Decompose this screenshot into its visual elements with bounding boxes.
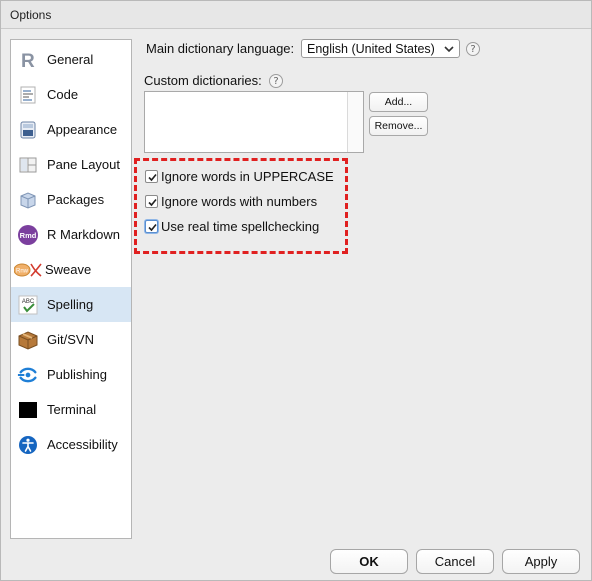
checkbox[interactable]	[145, 169, 158, 183]
sidebar-item-label: Packages	[47, 192, 105, 207]
pane-layout-icon	[17, 154, 39, 176]
cancel-button[interactable]: Cancel	[416, 549, 494, 574]
dictionary-help-icon[interactable]: ?	[466, 42, 480, 56]
remove-dictionary-button[interactable]: Remove...	[369, 116, 428, 136]
list-scrollbar[interactable]	[347, 92, 363, 152]
accessibility-icon	[17, 434, 39, 456]
sidebar-item-publishing[interactable]: Publishing	[11, 357, 131, 392]
sidebar-item-code[interactable]: Code	[11, 77, 131, 112]
ignore-uppercase-option[interactable]: Ignore words in UPPERCASE	[145, 167, 334, 185]
sidebar-item-general[interactable]: R General	[11, 42, 131, 77]
custom-dictionaries-help-icon[interactable]: ?	[269, 74, 283, 88]
options-sidebar: R General Code Appearance Pane Layout Pa…	[10, 39, 132, 539]
dictionary-language-value: English (United States)	[307, 41, 435, 56]
appearance-icon	[17, 119, 39, 141]
sidebar-item-label: Sweave	[45, 262, 92, 277]
sidebar-item-appearance[interactable]: Appearance	[11, 112, 131, 147]
sidebar-item-label: Pane Layout	[47, 157, 121, 172]
window-title: Options	[10, 8, 52, 22]
sidebar-item-r-markdown[interactable]: Rmd R Markdown	[11, 217, 131, 252]
real-time-spellcheck-option[interactable]: Use real time spellchecking	[145, 217, 319, 235]
sidebar-item-terminal[interactable]: Terminal	[11, 392, 131, 427]
sidebar-item-label: General	[47, 52, 94, 67]
terminal-icon	[17, 399, 39, 421]
dictionary-language-label: Main dictionary language:	[146, 41, 295, 56]
ignore-numbers-option[interactable]: Ignore words with numbers	[145, 192, 317, 210]
dictionary-language-select[interactable]: English (United States)	[301, 39, 460, 58]
sidebar-item-label: Terminal	[47, 402, 97, 417]
spelling-icon: ABC	[17, 294, 39, 316]
git-svn-icon	[17, 329, 39, 351]
sidebar-item-label: R Markdown	[47, 227, 120, 242]
checkbox[interactable]	[145, 194, 158, 208]
sidebar-item-spelling[interactable]: ABC Spelling	[11, 287, 131, 322]
packages-icon	[17, 189, 39, 211]
r-logo-icon: R	[17, 49, 39, 71]
sidebar-item-label: Appearance	[47, 122, 118, 137]
rmarkdown-icon: Rmd	[17, 224, 39, 246]
checkbox-label: Ignore words in UPPERCASE	[161, 168, 334, 184]
sidebar-item-git-svn[interactable]: Git/SVN	[11, 322, 131, 357]
sidebar-item-label: Code	[47, 87, 79, 102]
sidebar-item-label: Accessibility	[47, 437, 118, 452]
sidebar-item-label: Spelling	[47, 297, 94, 312]
sidebar-item-packages[interactable]: Packages	[11, 182, 131, 217]
add-dictionary-button[interactable]: Add...	[369, 92, 428, 112]
sweave-icon: Rnw	[14, 259, 42, 281]
publishing-icon	[17, 364, 39, 386]
svg-text:Rnw: Rnw	[16, 268, 29, 274]
title-bar[interactable]: Options	[1, 1, 591, 29]
svg-text:R: R	[21, 51, 35, 70]
custom-dictionaries-label: Custom dictionaries:	[144, 73, 262, 88]
apply-button[interactable]: Apply	[502, 549, 580, 574]
sidebar-item-label: Publishing	[47, 367, 107, 382]
chevron-down-icon	[443, 43, 455, 55]
checkbox[interactable]	[145, 219, 158, 233]
svg-text:Rmd: Rmd	[20, 231, 37, 240]
code-icon	[17, 84, 39, 106]
checkbox-label: Use real time spellchecking	[161, 218, 320, 234]
sidebar-item-label: Git/SVN	[47, 332, 94, 347]
custom-dictionaries-list[interactable]	[144, 91, 364, 153]
ok-button[interactable]: OK	[330, 549, 408, 574]
sidebar-item-accessibility[interactable]: Accessibility	[11, 427, 131, 462]
sidebar-item-sweave[interactable]: Rnw Sweave	[11, 252, 131, 287]
sidebar-item-pane-layout[interactable]: Pane Layout	[11, 147, 131, 182]
checkbox-label: Ignore words with numbers	[161, 193, 318, 209]
options-window: Options R General Code Appearance Pane L	[0, 0, 592, 581]
